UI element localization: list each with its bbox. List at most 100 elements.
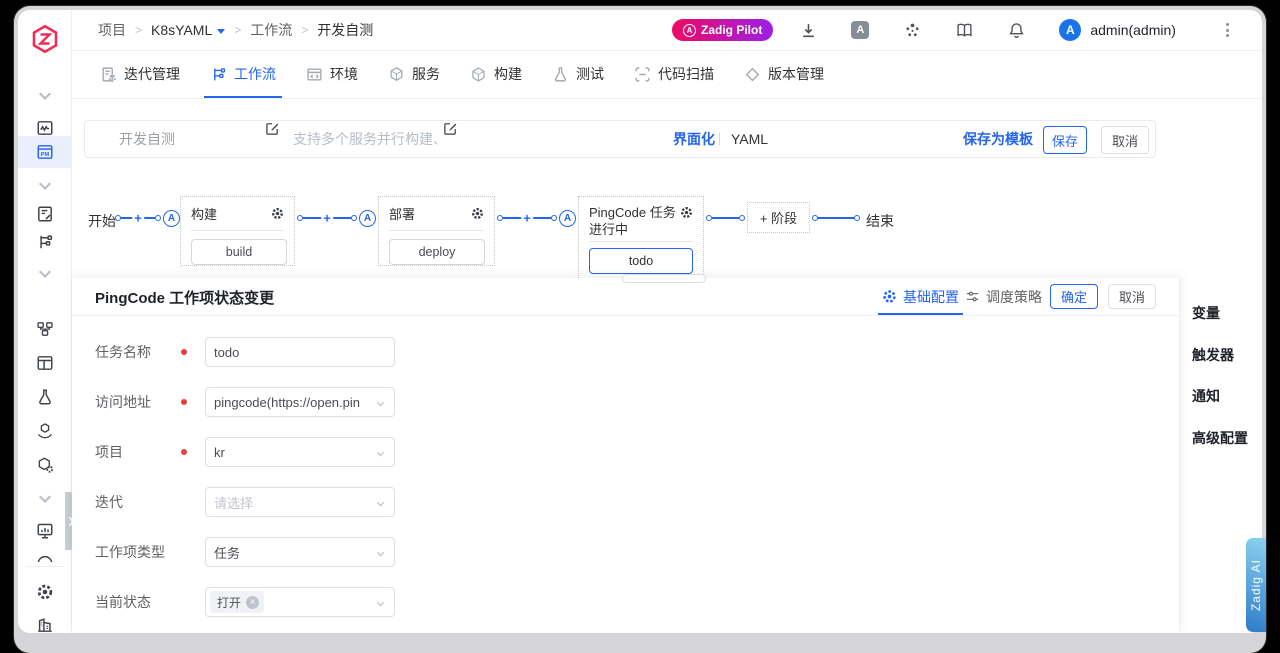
task-name-input[interactable] — [214, 345, 386, 360]
left-sidebar: PM — [18, 10, 72, 633]
workitem-type-select[interactable]: 任务 — [205, 537, 395, 567]
sidebar-environments-icon[interactable] — [35, 353, 55, 373]
insert-stage-plus-button[interactable]: + — [321, 213, 333, 224]
zadig-pilot-button[interactable]: A Zadig Pilot — [672, 19, 773, 41]
approval-badge[interactable]: A — [163, 210, 180, 227]
connector — [812, 210, 860, 226]
tab-workflows[interactable]: 工作流 — [210, 50, 276, 98]
required-dot — [181, 399, 187, 405]
translate-icon[interactable]: A — [851, 21, 869, 39]
rail-notifications[interactable]: 通知 — [1192, 386, 1220, 406]
rail-advanced-config[interactable]: 高级配置 — [1192, 428, 1248, 448]
apps-cluster-icon[interactable] — [903, 21, 921, 39]
stage-title: 部署 — [389, 204, 415, 223]
edit-description-icon[interactable] — [443, 121, 458, 136]
sidebar-project-management-icon[interactable]: PM — [35, 142, 55, 162]
approval-badge[interactable]: A — [559, 210, 576, 227]
zadig-logo-icon[interactable] — [30, 24, 60, 54]
stage-settings-gear-icon[interactable] — [271, 207, 284, 220]
sidebar-group-chevron-icon[interactable] — [35, 489, 55, 509]
stage-deploy[interactable]: 部署 deploy — [378, 196, 495, 266]
connector: + A — [297, 210, 376, 226]
stage-pingcode[interactable]: PingCode 任务进行中 todo — [578, 196, 704, 282]
notifications-bell-icon[interactable] — [1007, 21, 1025, 39]
sidebar-settings-gear-icon[interactable] — [35, 582, 55, 602]
user-name[interactable]: admin(admin) — [1090, 22, 1176, 38]
connector-dot — [155, 215, 161, 221]
panel-tab-schedule-policy[interactable]: 调度策略 — [965, 278, 1042, 315]
panel-confirm-button[interactable]: 确定 — [1050, 284, 1098, 309]
sidebar-artifacts-icon[interactable] — [35, 455, 55, 475]
sidebar-workflow-icon[interactable] — [35, 232, 55, 252]
sidebar-release-plan-icon[interactable] — [35, 204, 55, 224]
view-toggle-yaml[interactable]: YAML — [731, 121, 768, 157]
approval-badge[interactable]: A — [359, 210, 376, 227]
tab-version-management[interactable]: 版本管理 — [744, 50, 824, 98]
cancel-button[interactable]: 取消 — [1101, 126, 1149, 154]
sidebar-delivery-icon[interactable] — [35, 421, 55, 441]
sidebar-pipelines-icon[interactable] — [35, 319, 55, 339]
chevron-down-icon — [375, 447, 386, 458]
sidebar-organization-icon[interactable] — [35, 615, 55, 633]
rail-variables[interactable]: 变量 — [1192, 303, 1220, 323]
tab-environments[interactable]: 环境 — [306, 50, 358, 98]
project-select[interactable]: kr — [205, 437, 395, 467]
stage-settings-gear-icon[interactable] — [680, 206, 693, 219]
job-config-panel: PingCode 工作项状态变更 基础配置 调度策略 确定 取消 任务名称 访问… — [72, 278, 1180, 633]
endpoint-select[interactable]: pingcode(https://open.pin — [205, 387, 395, 417]
more-menu-kebab-icon[interactable] — [1226, 23, 1229, 37]
tab-code-scan[interactable]: 代码扫描 — [634, 50, 714, 98]
tabbar-divider — [72, 98, 1262, 99]
breadcrumb-workflows[interactable]: 工作流 — [250, 20, 292, 40]
user-avatar[interactable]: A — [1059, 19, 1081, 41]
connector: + A — [497, 210, 576, 226]
workflow-editor-toolbar: 开发自测 支持多个服务并行构建、| 界面化 YAML 保存为模板 保存 取消 — [84, 120, 1156, 158]
breadcrumb-projects[interactable]: 项目 — [98, 20, 126, 40]
connector-line: + — [303, 217, 351, 219]
add-stage-button[interactable]: + 阶段 — [747, 202, 810, 233]
sidebar-group-chevron-icon[interactable] — [35, 264, 55, 284]
current-status-select[interactable]: 打开 × — [205, 587, 395, 617]
insert-stage-plus-button[interactable]: + — [132, 213, 144, 224]
stage-build[interactable]: 构建 build — [180, 196, 295, 266]
tab-tests[interactable]: 测试 — [552, 50, 604, 98]
rail-triggers[interactable]: 触发器 — [1192, 345, 1234, 365]
connector-dot — [854, 215, 860, 221]
panel-cancel-button[interactable]: 取消 — [1108, 284, 1156, 309]
save-as-template-link[interactable]: 保存为模板 — [963, 121, 1033, 157]
breadcrumb-project-name[interactable]: K8sYAML — [151, 22, 225, 38]
start-node-label: 开始 — [88, 211, 116, 231]
tab-services[interactable]: 服务 — [388, 50, 440, 98]
job-build-button[interactable]: build — [191, 239, 287, 265]
form-row-workitem-type: 工作项类型 任务 — [95, 537, 515, 567]
view-toggle-ui[interactable]: 界面化 — [673, 121, 715, 157]
job-todo-button[interactable]: todo — [589, 248, 693, 274]
form-row-project: 项目 kr — [95, 437, 515, 467]
project-tabbar: 迭代管理 工作流 环境 服务 构建 测试 代码扫描 版本管理 — [100, 50, 824, 98]
sidebar-clipped-icon[interactable] — [35, 551, 55, 562]
sidebar-testing-icon[interactable] — [35, 387, 55, 407]
panel-tab-basic-config[interactable]: 基础配置 — [882, 278, 959, 315]
insert-stage-plus-button[interactable]: + — [521, 213, 533, 224]
workflow-name: 开发自测 — [119, 121, 175, 157]
sidebar-dashboard-icon[interactable] — [35, 118, 55, 138]
status-tag: 打开 × — [210, 591, 264, 613]
stage-settings-gear-icon[interactable] — [471, 207, 484, 220]
docs-book-icon[interactable] — [955, 21, 973, 39]
tag-remove-icon[interactable]: × — [246, 596, 259, 609]
sidebar-data-insight-icon[interactable] — [35, 521, 55, 541]
edit-name-icon[interactable] — [265, 121, 280, 136]
download-icon[interactable] — [799, 21, 817, 39]
zadig-ai-tab[interactable]: Zadig AI — [1246, 538, 1266, 632]
sprint-select[interactable]: 请选择 — [205, 487, 395, 517]
save-button[interactable]: 保存 — [1043, 126, 1087, 154]
tab-builds[interactable]: 构建 — [470, 50, 522, 98]
canvas-horizontal-scrollbar[interactable] — [622, 274, 706, 283]
form-row-sprint: 迭代 请选择 — [95, 487, 515, 517]
connector-line: + — [503, 217, 551, 219]
sidebar-group-chevron-icon[interactable] — [35, 176, 55, 196]
sidebar-group-chevron-icon[interactable] — [35, 86, 55, 106]
tab-iteration-management[interactable]: 迭代管理 — [100, 50, 180, 98]
breadcrumb-dropdown-caret-icon[interactable] — [217, 29, 225, 34]
job-deploy-button[interactable]: deploy — [389, 239, 485, 265]
